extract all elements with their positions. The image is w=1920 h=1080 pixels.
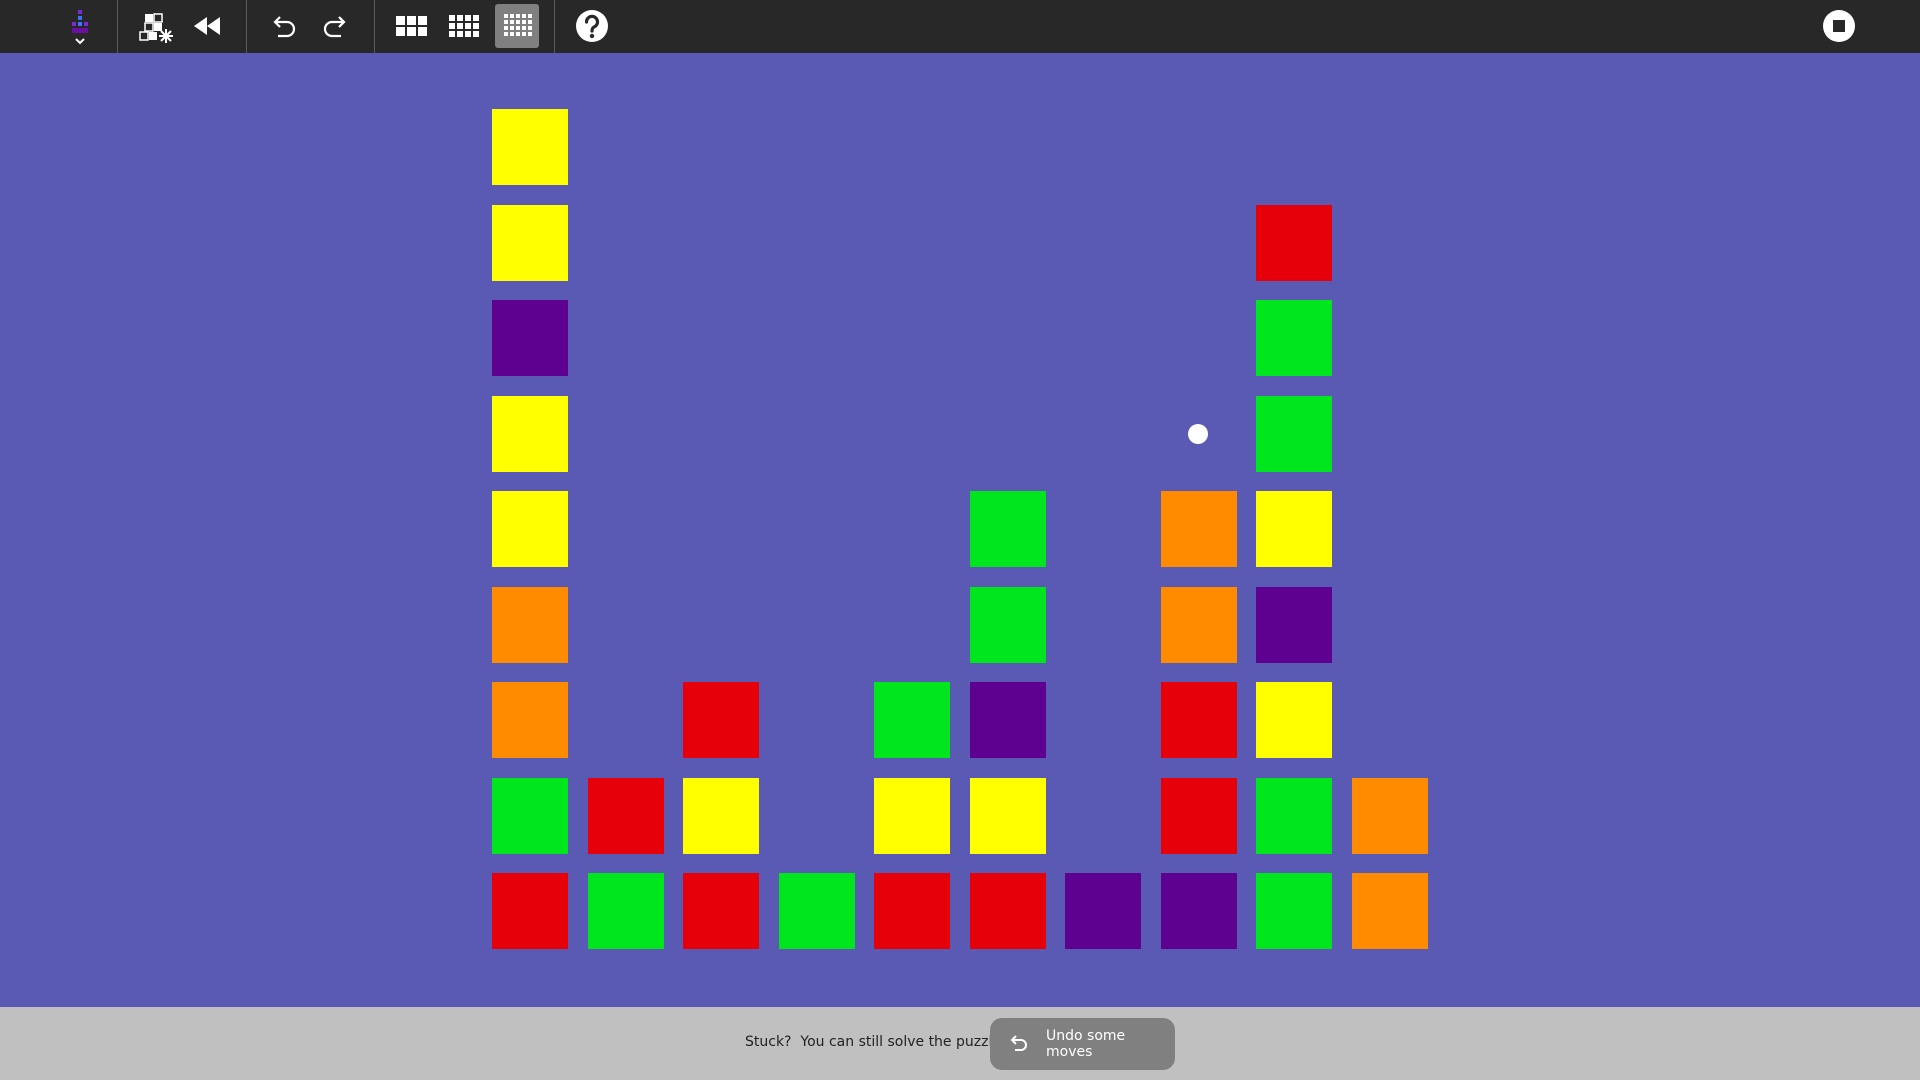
pointer-dot	[1188, 424, 1208, 444]
tile-red[interactable]	[588, 778, 664, 854]
tile-purple[interactable]	[970, 682, 1046, 758]
tile-orange[interactable]	[492, 682, 568, 758]
tile-orange[interactable]	[492, 587, 568, 663]
tile-green[interactable]	[779, 873, 855, 949]
tile-green[interactable]	[1256, 873, 1332, 949]
tile-orange[interactable]	[1352, 873, 1428, 949]
tile-green[interactable]	[1256, 778, 1332, 854]
tile-purple[interactable]	[1065, 873, 1141, 949]
tile-purple[interactable]	[1256, 587, 1332, 663]
tile-red[interactable]	[1256, 205, 1332, 281]
tile-green[interactable]	[970, 491, 1046, 567]
tile-orange[interactable]	[1352, 778, 1428, 854]
tile-green[interactable]	[874, 682, 950, 758]
toolbar-separator	[117, 0, 118, 53]
tile-red[interactable]	[874, 873, 950, 949]
tile-red[interactable]	[970, 873, 1046, 949]
tile-green[interactable]	[1256, 396, 1332, 472]
grid-small-icon[interactable]	[389, 4, 433, 48]
redo-icon[interactable]	[314, 4, 358, 48]
tile-yellow[interactable]	[492, 205, 568, 281]
tile-green[interactable]	[588, 873, 664, 949]
toolbar-separator	[374, 0, 375, 53]
tile-purple[interactable]	[1161, 873, 1237, 949]
undo-moves-label: Undo some moves	[1046, 1028, 1126, 1060]
tile-red[interactable]	[492, 873, 568, 949]
tile-red[interactable]	[1161, 778, 1237, 854]
undo-moves-button[interactable]: Undo some moves	[990, 1018, 1175, 1070]
undo-icon[interactable]	[261, 4, 305, 48]
tile-purple[interactable]	[492, 300, 568, 376]
activity-icon[interactable]	[58, 4, 102, 48]
stop-icon[interactable]	[1817, 4, 1861, 48]
tile-red[interactable]	[683, 873, 759, 949]
toolbar	[0, 0, 1920, 53]
toolbar-separator	[554, 0, 555, 53]
game-board	[0, 53, 1920, 1007]
tile-yellow[interactable]	[970, 778, 1046, 854]
tile-orange[interactable]	[1161, 587, 1237, 663]
tile-yellow[interactable]	[1256, 682, 1332, 758]
tile-yellow[interactable]	[1256, 491, 1332, 567]
tile-orange[interactable]	[1161, 491, 1237, 567]
new-game-icon[interactable]	[134, 4, 178, 48]
rewind-icon[interactable]	[186, 4, 230, 48]
grid-large-icon[interactable]	[495, 4, 539, 48]
tile-red[interactable]	[683, 682, 759, 758]
toolbar-separator	[246, 0, 247, 53]
tile-red[interactable]	[1161, 682, 1237, 758]
tile-green[interactable]	[970, 587, 1046, 663]
tile-yellow[interactable]	[492, 396, 568, 472]
tile-yellow[interactable]	[874, 778, 950, 854]
tile-green[interactable]	[492, 778, 568, 854]
grid-medium-icon[interactable]	[442, 4, 486, 48]
tile-yellow[interactable]	[492, 109, 568, 185]
help-icon[interactable]	[570, 4, 614, 48]
undo-icon	[1004, 1030, 1032, 1058]
tile-yellow[interactable]	[492, 491, 568, 567]
stuck-message: Stuck? You can still solve the puzzle.	[745, 1034, 1006, 1050]
tile-green[interactable]	[1256, 300, 1332, 376]
tile-yellow[interactable]	[683, 778, 759, 854]
